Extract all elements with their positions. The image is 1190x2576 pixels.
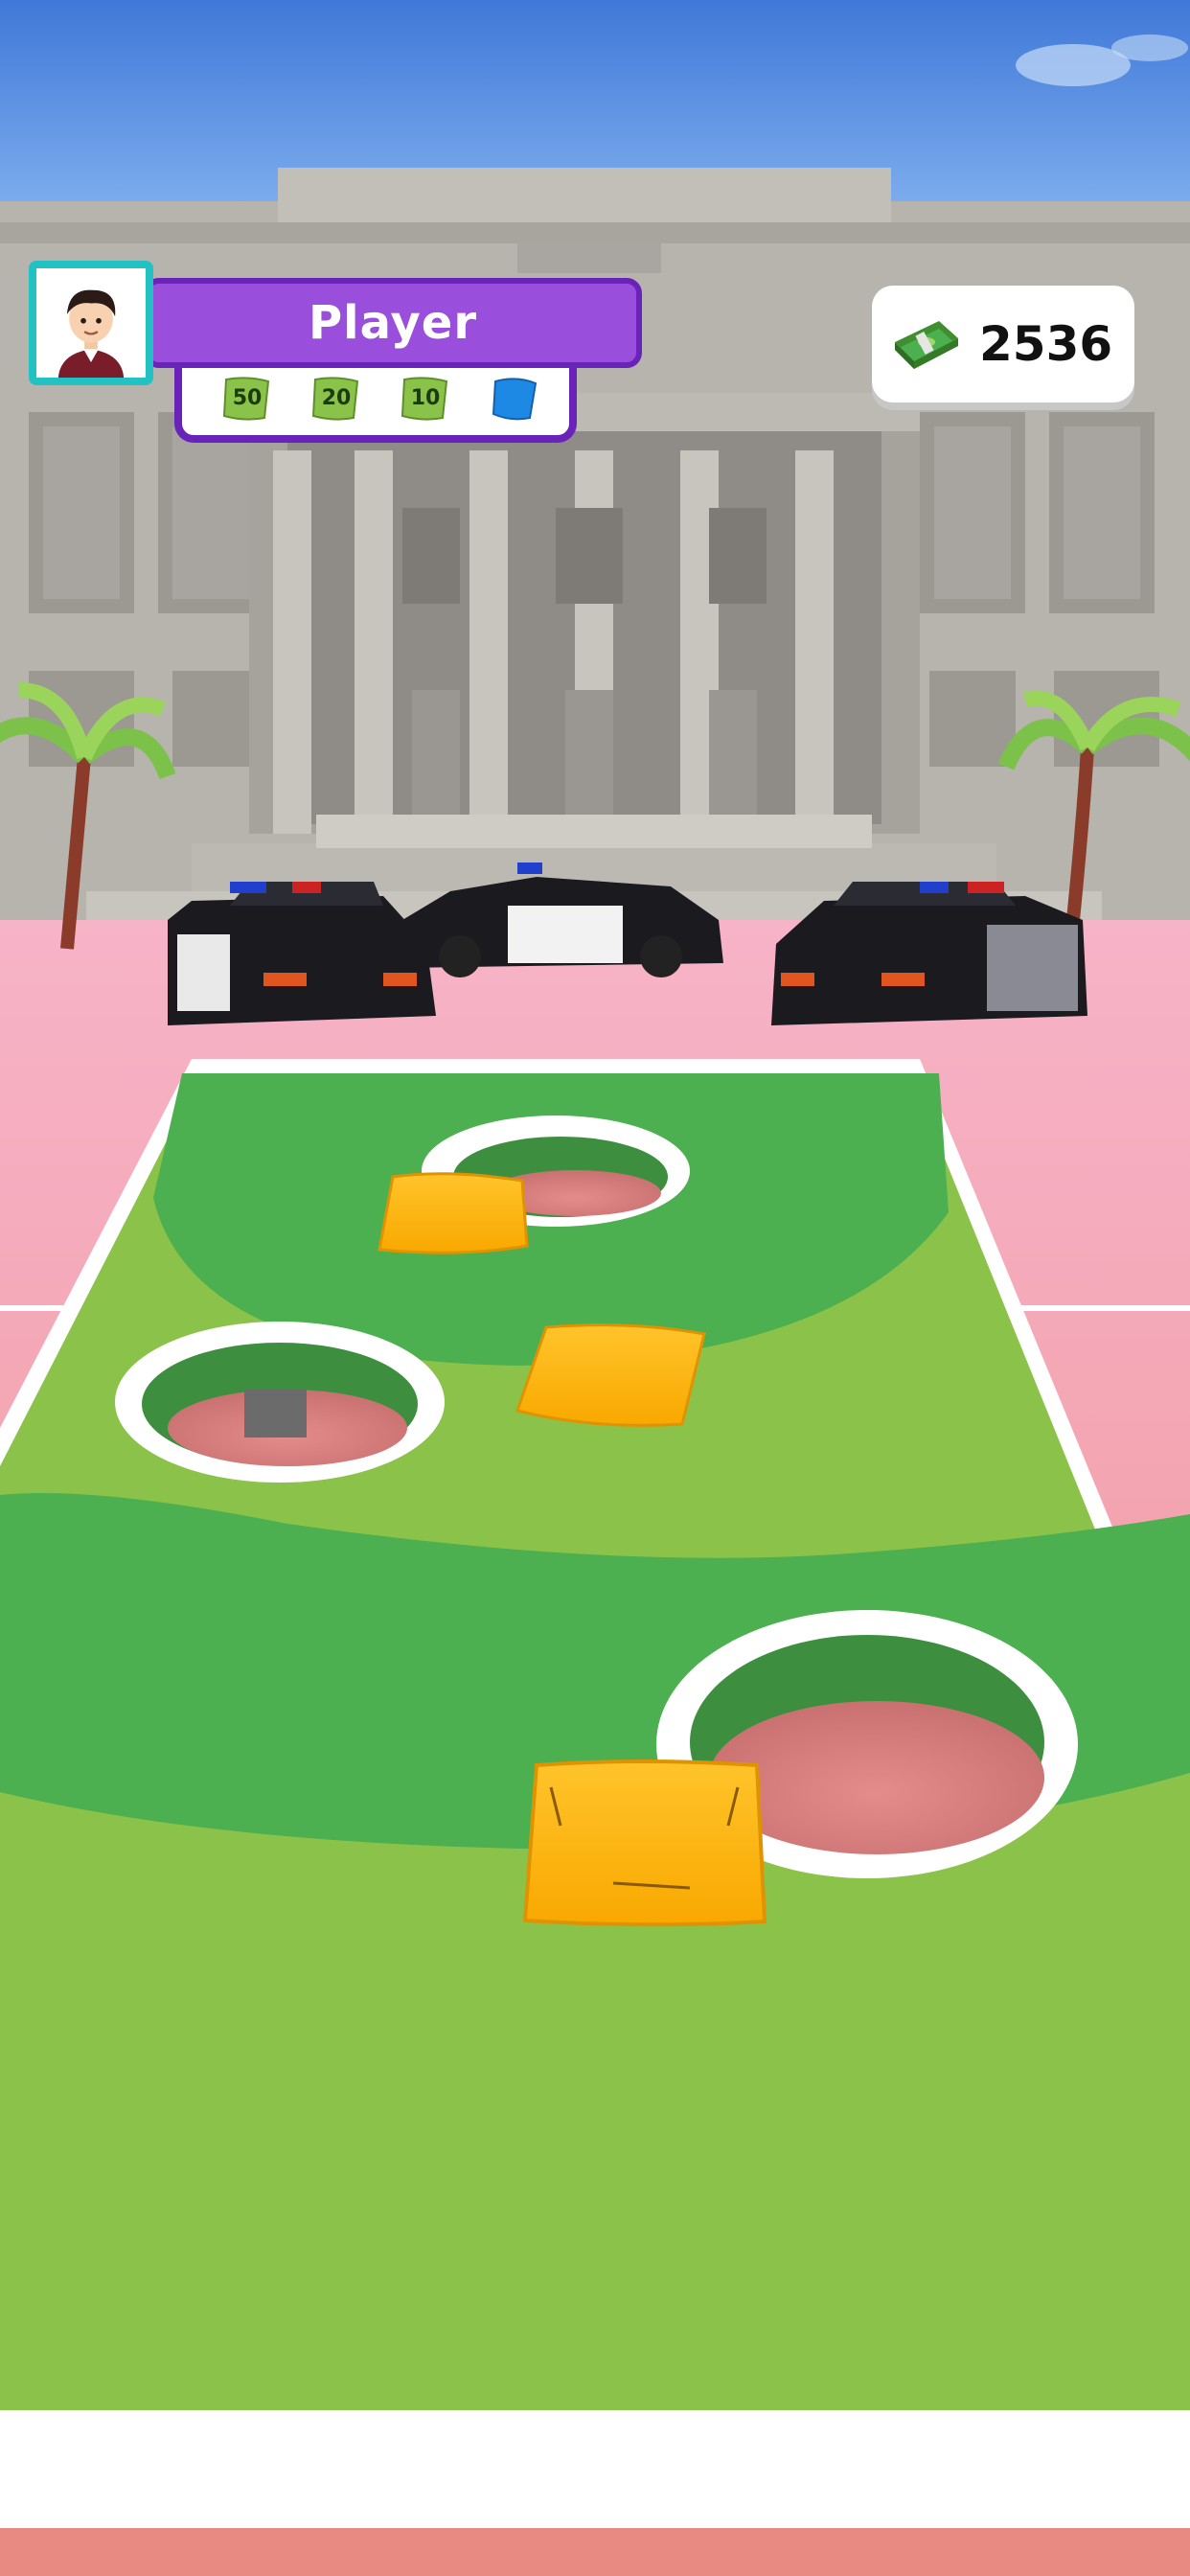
player-name: Player — [308, 296, 478, 350]
player-avatar-icon[interactable] — [29, 261, 153, 385]
bag-slots-panel: 50 20 10 — [174, 362, 577, 443]
bag-slot-10: 10 — [399, 374, 452, 424]
bean-bag-far — [378, 1172, 529, 1254]
money-amount: 2536 — [979, 316, 1113, 372]
money-counter: 2536 — [872, 286, 1134, 402]
cloud — [1111, 34, 1188, 61]
game-scene: Player 50 20 10 2536 — [0, 0, 1190, 2576]
bag-slot-current — [488, 374, 541, 424]
bean-bag-middle — [515, 1323, 706, 1427]
bag-slot-label: 50 — [232, 386, 263, 410]
cash-stack-icon — [891, 313, 962, 375]
player-name-bar: Player — [144, 278, 642, 368]
bag-slot-label: 10 — [410, 386, 441, 410]
bag-slot-label — [488, 374, 541, 424]
bag-slot-label: 20 — [321, 386, 352, 410]
bag-slot-50: 50 — [220, 374, 274, 424]
hole-middle — [115, 1322, 445, 1483]
bean-bag-near — [522, 1760, 767, 1927]
bag-slot-20: 20 — [309, 374, 363, 424]
